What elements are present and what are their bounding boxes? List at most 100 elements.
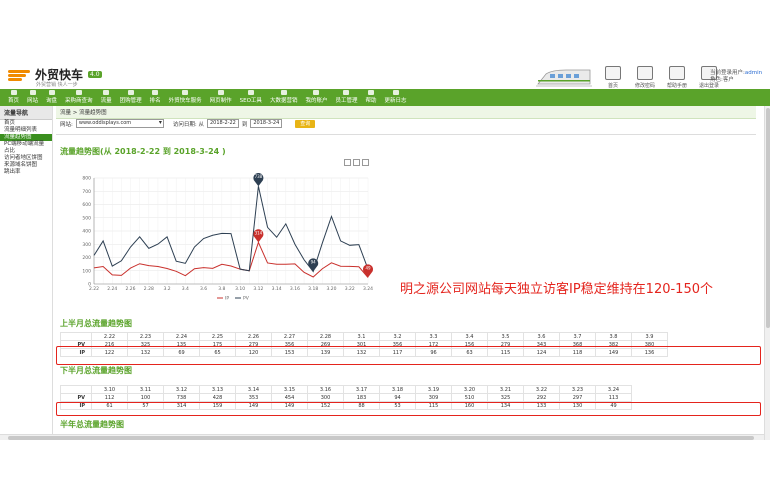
site-label: 网站: <box>60 121 73 128</box>
app-page: 外贸快车 4.0 外贸营销 快人一步 首页 修改密码 帮助手册 退出登录 当前登… <box>0 0 770 440</box>
sidebar-item-0[interactable]: 首页 <box>0 120 52 127</box>
query-button[interactable]: 查询 <box>295 119 316 128</box>
nav-icon <box>343 90 350 95</box>
highlight-box-ip-row2 <box>56 402 761 416</box>
train-icon <box>536 69 592 87</box>
x-tick-label: 2.28 <box>144 286 154 292</box>
table-cell: 3.8 <box>595 332 632 341</box>
table-cell: 510 <box>451 393 488 402</box>
date-from-input[interactable]: 2018-2-22 <box>206 119 239 128</box>
tool-home[interactable]: 首页 <box>600 66 626 89</box>
y-tick-label: 200 <box>82 255 91 261</box>
nav-icon <box>103 90 110 95</box>
nav-item-4[interactable]: 流量 <box>97 90 116 106</box>
sidebar-title: 流量导航 <box>0 106 52 120</box>
x-tick-label: 3.8 <box>218 286 225 292</box>
nav-item-8[interactable]: 网页制作 <box>206 90 236 106</box>
user-name-link[interactable]: admin <box>745 70 762 76</box>
nav-icon <box>127 90 134 95</box>
vertical-scroll-thumb[interactable] <box>766 108 770 328</box>
table3-title: 半年总流量趋势图 <box>60 420 124 429</box>
main-nav: 首页 网站 询盘 采购商查询 流量 团购管理 排名 外贸快车服务 网页制作 SEO工具 大数据营销我… <box>0 89 770 106</box>
nav-item-14[interactable]: 更新日志 <box>381 90 411 106</box>
lock-icon <box>637 66 653 80</box>
table-cell: 3.20 <box>451 385 488 394</box>
date-to-input[interactable]: 2018-3-24 <box>250 119 283 128</box>
restore-icon[interactable] <box>353 159 360 166</box>
table-cell: 3.16 <box>307 385 344 394</box>
x-tick-label: 3.6 <box>200 286 207 292</box>
tool-change-password[interactable]: 修改密码 <box>632 66 658 89</box>
version-badge: 4.0 <box>88 71 102 78</box>
table-cell: 325 <box>487 393 524 402</box>
x-tick-label: 3.2 <box>163 286 170 292</box>
table-cell: 3.2 <box>379 332 416 341</box>
user-info: 当前登录用户:admin 角色:客户 <box>710 70 763 83</box>
sidebar-list: 首页 流量明细列表 流量趋势图 PC端移动端流量占比 访问者地区饼图 来源域名饼图 跳出率 <box>0 120 52 176</box>
traffic-chart: 0 100 200 300 400 500 600 700 800 2.22 2.24 2.26 2.2… <box>80 166 390 306</box>
table-cell: 3.23 <box>559 385 596 394</box>
tool-help-manual[interactable]: 帮助手册 <box>664 66 690 89</box>
highlight-box-ip-row1 <box>56 346 761 365</box>
save-image-icon[interactable] <box>362 159 369 166</box>
date-label: 访问日期: 从 <box>172 121 204 128</box>
nav-item-5[interactable]: 团购管理 <box>116 90 146 106</box>
logo-icon <box>8 68 32 82</box>
nav-item-9[interactable]: SEO工具 <box>236 90 266 106</box>
table-cell: 300 <box>307 393 344 402</box>
main-content: 流量 > 流量趋势图 网站: www.oddisplays.com 访问日期: … <box>56 106 770 440</box>
nav-item-6[interactable]: 排名 <box>146 90 165 106</box>
row-label <box>60 385 92 394</box>
table-cell: 3.17 <box>343 385 380 394</box>
y-tick-label: 300 <box>82 242 91 248</box>
horizontal-scrollbar[interactable] <box>0 434 764 440</box>
sidebar-item-4[interactable]: 访问者地区饼图 <box>0 155 52 162</box>
table-cell: 428 <box>199 393 236 402</box>
home-icon <box>605 66 621 80</box>
x-tick-label: 3.18 <box>308 286 318 292</box>
nav-item-13[interactable]: 帮助 <box>361 90 380 106</box>
x-tick-label: 3.20 <box>326 286 336 292</box>
breadcrumb: 流量 > 流量趋势图 <box>56 106 756 119</box>
annotation-text: 明之源公司网站每天独立访客IP稳定维持在120-150个 <box>400 282 713 297</box>
y-tick-label: 600 <box>82 202 91 208</box>
vertical-scrollbar[interactable] <box>764 106 770 440</box>
y-tick-label: 100 <box>82 268 91 274</box>
sidebar-item-5[interactable]: 来源域名饼图 <box>0 162 52 169</box>
nav-item-11[interactable]: 我的账户 <box>301 90 331 106</box>
sidebar-item-6[interactable]: 跳出率 <box>0 169 52 176</box>
table-cell: 3.11 <box>127 385 164 394</box>
marker-label: 94 <box>311 260 317 265</box>
nav-item-10[interactable]: 大数据营销 <box>266 90 302 106</box>
sidebar-item-2[interactable]: 流量趋势图 <box>0 134 52 141</box>
table-cell: 2.23 <box>127 332 164 341</box>
horizontal-scroll-thumb[interactable] <box>8 436 754 440</box>
table-cell: 3.24 <box>595 385 632 394</box>
table-cell: 2.28 <box>307 332 344 341</box>
table-cell: 112 <box>91 393 128 402</box>
filter-bar: 网站: www.oddisplays.com 访问日期: 从 2018-2-22… <box>60 119 316 128</box>
sidebar-item-3[interactable]: PC端移动端流量占比 <box>0 141 52 155</box>
nav-icon <box>152 90 159 95</box>
book-icon <box>669 66 685 80</box>
nav-item-0[interactable]: 首页 <box>4 90 23 106</box>
nav-item-3[interactable]: 采购商查询 <box>61 90 97 106</box>
nav-item-1[interactable]: 网站 <box>23 90 42 106</box>
nav-item-7[interactable]: 外贸快车服务 <box>165 90 206 106</box>
data-view-icon[interactable] <box>344 159 351 166</box>
user-role: 客户 <box>722 77 734 83</box>
x-tick-label: 2.22 <box>89 286 99 292</box>
nav-icon <box>48 90 55 95</box>
site-select[interactable]: www.oddisplays.com <box>75 119 164 128</box>
nav-item-12[interactable]: 员工管理 <box>331 90 361 106</box>
table-cell: 3.6 <box>523 332 560 341</box>
table-cell: 3.15 <box>271 385 308 394</box>
y-tick-label: 800 <box>82 176 91 182</box>
nav-item-2[interactable]: 询盘 <box>42 90 61 106</box>
table-row-pv: PV 112 100 738 428 353 454 300 183 94 309 510 325 292… <box>60 393 632 402</box>
nav-icon <box>217 90 224 95</box>
sidebar-item-1[interactable]: 流量明细列表 <box>0 127 52 134</box>
chart-toolbox <box>344 159 369 166</box>
table-cell: 292 <box>523 393 560 402</box>
header-tools: 首页 修改密码 帮助手册 退出登录 <box>600 66 722 89</box>
